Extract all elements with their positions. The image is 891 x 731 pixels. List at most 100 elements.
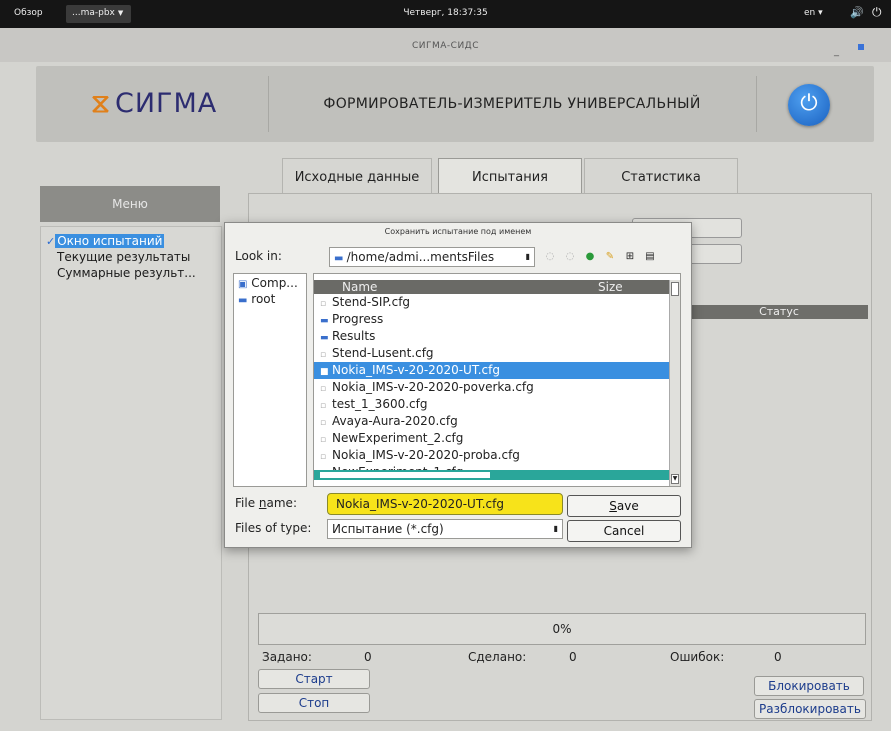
menu-item-label: Окно испытаний <box>55 234 165 248</box>
horizontal-scrollbar[interactable] <box>314 470 669 480</box>
system-power-icon[interactable]: ⏻ <box>872 5 882 20</box>
files-of-type-label: Files of type: <box>235 521 312 535</box>
start-button[interactable]: Старт <box>258 669 370 689</box>
file-list-header: Name Size <box>314 280 669 294</box>
sigma-logo: ⧖ СИГМА <box>91 88 217 120</box>
dialog-title: Сохранить испытание под именем <box>384 227 532 236</box>
progress-percent: 0% <box>552 622 572 636</box>
set-value: 0 <box>364 650 372 664</box>
dropdown-arrow-icon: ▮ <box>553 524 558 533</box>
file-name-label: File name: <box>235 496 297 510</box>
file-name: NewExperiment_2.cfg <box>332 431 464 445</box>
files-of-type-value: Испытание (*.cfg) <box>332 522 444 536</box>
language-label: en <box>804 8 816 18</box>
errors-label: Ошибок: <box>670 650 725 664</box>
lock-button[interactable]: Блокировать <box>754 676 864 696</box>
place-root[interactable]: ▬ root <box>238 292 275 306</box>
save-file-dialog: Сохранить испытание под именем Look in: … <box>224 222 692 548</box>
label-mnemonic: n <box>258 496 267 510</box>
list-view-icon[interactable]: ⊞ <box>623 250 637 264</box>
look-in-combo[interactable]: ▬ /home/admi...mentsFiles ▮ <box>329 247 535 267</box>
forward-icon[interactable]: ◌ <box>563 250 577 264</box>
stop-button[interactable]: Стоп <box>258 693 370 713</box>
language-indicator[interactable]: en ▾ <box>804 8 823 18</box>
checkmark-icon: ✓ <box>46 235 56 248</box>
list-item[interactable]: ▬ Progress <box>314 311 669 328</box>
header-divider <box>756 76 757 132</box>
column-name[interactable]: Name <box>342 280 377 294</box>
tab-statistics[interactable]: Статистика <box>584 158 738 196</box>
hourglass-icon: ⧖ <box>91 88 111 119</box>
vertical-scrollbar[interactable]: ▼ <box>669 280 680 486</box>
label-part: File <box>235 496 259 510</box>
volume-icon[interactable]: 🔊 <box>850 6 864 19</box>
file-name-input[interactable]: Nokia_IMS-v-20-2020-UT.cfg <box>327 493 563 515</box>
menu-header: Меню <box>40 186 220 222</box>
power-button[interactable]: ⏻ <box>788 84 830 126</box>
list-item[interactable]: ▫ Nokia_IMS-v-20-2020-proba.cfg <box>314 447 669 464</box>
file-list: Name Size ▫ Stend-SIP.cfg ▬ Progress ▬ Resu… <box>313 273 681 487</box>
place-label: Comp... <box>251 276 298 290</box>
window-titlebar: СИГМА-СИДС _ <box>0 28 891 62</box>
list-item[interactable]: ▫ test_1_3600.cfg <box>314 396 669 413</box>
list-item-selected[interactable]: ■ Nokia_IMS-v-20-2020-UT.cfg <box>314 362 669 379</box>
file-name: Results <box>332 329 376 343</box>
system-top-bar: Обзор ...ma-pbx ▼ Четверг, 18:37:35 en ▾ … <box>0 0 891 28</box>
tab-tests[interactable]: Испытания <box>438 158 582 196</box>
menu-item-summary-results[interactable]: Суммарные результ... <box>57 266 196 280</box>
folder-icon: ▬ <box>238 295 248 306</box>
files-of-type-combo[interactable]: Испытание (*.cfg) ▮ <box>327 519 563 539</box>
window-title: СИГМА-СИДС <box>411 41 479 51</box>
status-column-header: Статус <box>690 305 868 319</box>
menu-item-test-window[interactable]: ✓ Окно испытаний <box>46 234 165 248</box>
file-name: test_1_3600.cfg <box>332 397 428 411</box>
scroll-down-icon[interactable]: ▼ <box>671 474 679 484</box>
save-button[interactable]: Save <box>567 495 681 517</box>
list-item[interactable]: ▫ NewExperiment_2.cfg <box>314 430 669 447</box>
save-label: ave <box>616 499 639 513</box>
save-mnemonic: S <box>609 499 617 513</box>
file-name: Nokia_IMS-v-20-2020-proba.cfg <box>332 448 520 462</box>
file-name: Nokia_IMS-v-20-2020-UT.cfg <box>332 363 500 377</box>
list-item[interactable]: ▫ Stend-Lusent.cfg <box>314 345 669 362</box>
maximize-icon[interactable] <box>858 44 864 50</box>
look-in-path: /home/admi...mentsFiles <box>346 250 495 264</box>
power-icon: ⏻ <box>800 91 818 116</box>
parent-directory-icon[interactable]: ● <box>583 250 597 264</box>
app-header: ⧖ СИГМА ФОРМИРОВАТЕЛЬ-ИЗМЕРИТЕЛЬ УНИВЕРСА… <box>36 66 874 142</box>
list-item[interactable]: ▫ Stend-SIP.cfg <box>314 294 669 311</box>
system-clock[interactable]: Четверг, 18:37:35 <box>0 8 891 18</box>
logo-text: СИГМА <box>114 88 218 119</box>
folder-icon: ▬ <box>334 253 347 264</box>
list-item[interactable]: ▫ Avaya-Aura-2020.cfg <box>314 413 669 430</box>
scrollbar-thumb[interactable] <box>320 472 490 478</box>
computer-icon: ▣ <box>238 279 248 290</box>
new-folder-icon[interactable]: ✎ <box>603 250 617 264</box>
list-item[interactable]: ▫ Nokia_IMS-v-20-2020-poverka.cfg <box>314 379 669 396</box>
menu-item-current-results[interactable]: Текущие результаты <box>57 250 190 264</box>
tab-source-data[interactable]: Исходные данные <box>282 158 432 196</box>
file-name: Avaya-Aura-2020.cfg <box>332 414 458 428</box>
minimize-icon[interactable]: _ <box>834 46 839 57</box>
scrollbar-thumb[interactable] <box>671 282 679 296</box>
cancel-button[interactable]: Cancel <box>567 520 681 542</box>
detail-view-icon[interactable]: ▤ <box>643 250 657 264</box>
places-sidebar: ▣ Comp... ▬ root <box>233 273 307 487</box>
done-label: Сделано: <box>468 650 527 664</box>
set-label: Задано: <box>262 650 312 664</box>
done-value: 0 <box>569 650 577 664</box>
place-computer[interactable]: ▣ Comp... <box>238 276 298 290</box>
sidebar-menu: ✓ Окно испытаний Текущие результаты Сумма… <box>40 226 222 720</box>
dropdown-arrow-icon: ▮ <box>525 252 530 261</box>
look-in-label: Look in: <box>235 249 282 263</box>
progress-bar: 0% <box>258 613 866 645</box>
place-label: root <box>251 292 276 306</box>
file-name: Stend-SIP.cfg <box>332 295 411 309</box>
back-icon[interactable]: ◌ <box>543 250 557 264</box>
column-size[interactable]: Size <box>598 280 623 294</box>
file-name: Nokia_IMS-v-20-2020-poverka.cfg <box>332 380 534 394</box>
list-item[interactable]: ▬ Results <box>314 328 669 345</box>
unlock-button[interactable]: Разблокировать <box>754 699 866 719</box>
label-part: ame: <box>266 496 297 510</box>
app-title: ФОРМИРОВАТЕЛЬ-ИЗМЕРИТЕЛЬ УНИВЕРСАЛЬНЫЙ <box>323 96 701 112</box>
